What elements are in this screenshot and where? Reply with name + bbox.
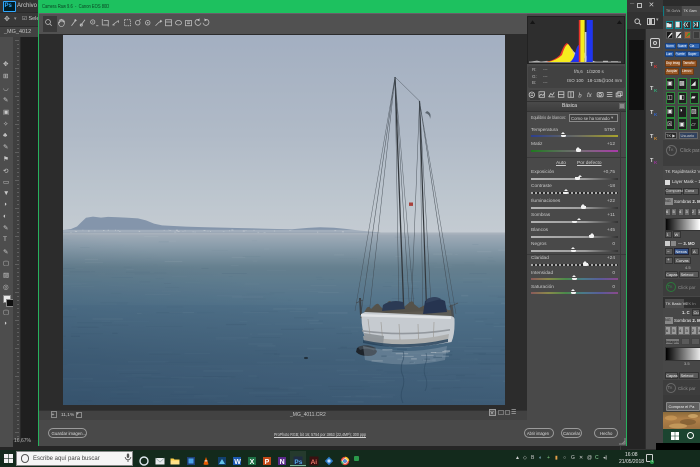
svg-text:fx: fx — [587, 93, 593, 99]
svg-text:W: W — [234, 459, 241, 466]
svg-text:X: X — [250, 459, 255, 466]
svg-text:Ai: Ai — [311, 459, 318, 466]
svg-text:P: P — [265, 459, 270, 466]
svg-text:N: N — [280, 459, 285, 466]
svg-text:b: b — [578, 92, 582, 99]
